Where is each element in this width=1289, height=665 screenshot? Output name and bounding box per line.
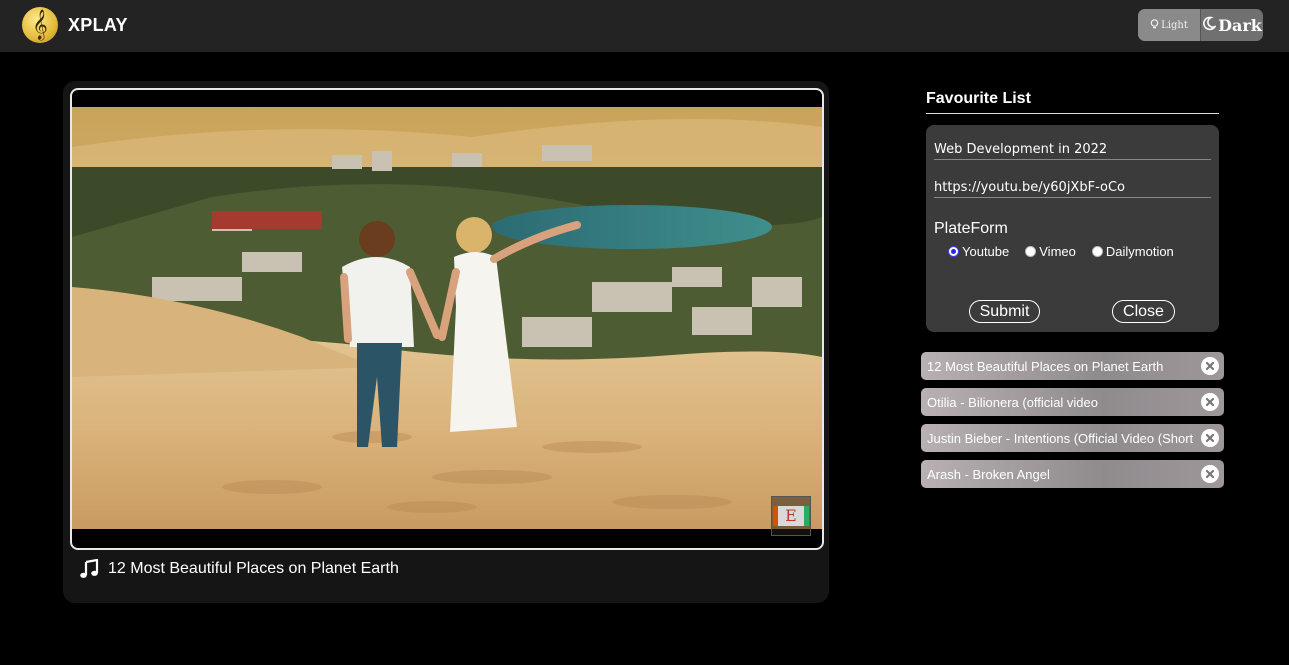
remove-icon[interactable] (1201, 429, 1219, 447)
favourite-item-label[interactable]: Otilia - Bilionera (official video (927, 395, 1195, 410)
platform-radio-youtube[interactable]: Youtube (948, 244, 1009, 259)
favourite-item-label[interactable]: Justin Bieber - Intentions (Official Vid… (927, 431, 1195, 446)
light-theme-label: Light (1161, 19, 1188, 31)
submit-button[interactable]: Submit (969, 300, 1040, 323)
video-name-input[interactable] (934, 139, 1211, 160)
platform-radio-group: Youtube Vimeo Dailymotion (948, 244, 1190, 259)
now-playing: 12 Most Beautiful Places on Planet Earth (79, 557, 399, 581)
close-button[interactable]: Close (1112, 300, 1175, 323)
video-player[interactable]: E (70, 88, 824, 550)
favourite-list-heading: Favourite List (926, 90, 1219, 114)
radio-button[interactable] (1091, 246, 1103, 257)
favourite-item[interactable]: Arash - Broken Angel (921, 460, 1224, 488)
radio-button[interactable] (948, 246, 959, 257)
radio-label: Vimeo (1039, 244, 1076, 259)
channel-watermark: E (771, 496, 811, 536)
now-playing-title: 12 Most Beautiful Places on Planet Earth (108, 560, 399, 577)
favourite-item[interactable]: Justin Bieber - Intentions (Official Vid… (921, 424, 1224, 452)
moon-icon (1202, 16, 1218, 35)
video-player-card: E 12 Most Beautiful Places on Planet Ear… (63, 81, 829, 603)
lightbulb-icon (1150, 18, 1159, 32)
remove-icon[interactable] (1201, 465, 1219, 483)
platform-radio-vimeo[interactable]: Vimeo (1025, 244, 1076, 259)
radio-button[interactable] (1025, 246, 1037, 257)
platform-label: PlateForm (934, 220, 1008, 237)
favourite-item[interactable]: 12 Most Beautiful Places on Planet Earth (921, 352, 1224, 380)
app-title[interactable]: XPLAY (68, 15, 128, 36)
top-bar: 𝄞 XPLAY Light Dark (0, 0, 1289, 52)
favourite-item-label[interactable]: 12 Most Beautiful Places on Planet Earth (927, 359, 1195, 374)
favourite-item[interactable]: Otilia - Bilionera (official video (921, 388, 1224, 416)
dark-theme-button[interactable]: Dark (1201, 9, 1263, 41)
light-theme-button[interactable]: Light (1138, 9, 1201, 41)
add-favourite-form: PlateForm Youtube Vimeo Dailymotion Subm… (926, 125, 1219, 332)
treble-clef-icon[interactable]: 𝄞 (22, 7, 58, 43)
radio-label: Dailymotion (1105, 244, 1174, 259)
radio-label: Youtube (962, 244, 1010, 259)
remove-icon[interactable] (1201, 393, 1219, 411)
music-note-icon (80, 559, 99, 578)
dark-theme-label: Dark (1218, 15, 1262, 35)
favourite-item-label[interactable]: Arash - Broken Angel (927, 467, 1195, 482)
video-thumbnail[interactable] (72, 107, 822, 529)
favourite-list: 12 Most Beautiful Places on Planet Earth… (921, 352, 1224, 496)
remove-icon[interactable] (1201, 357, 1219, 375)
theme-toggle: Light Dark (1138, 9, 1263, 41)
platform-radio-dailymotion[interactable]: Dailymotion (1091, 244, 1174, 259)
video-url-input[interactable] (934, 177, 1211, 198)
